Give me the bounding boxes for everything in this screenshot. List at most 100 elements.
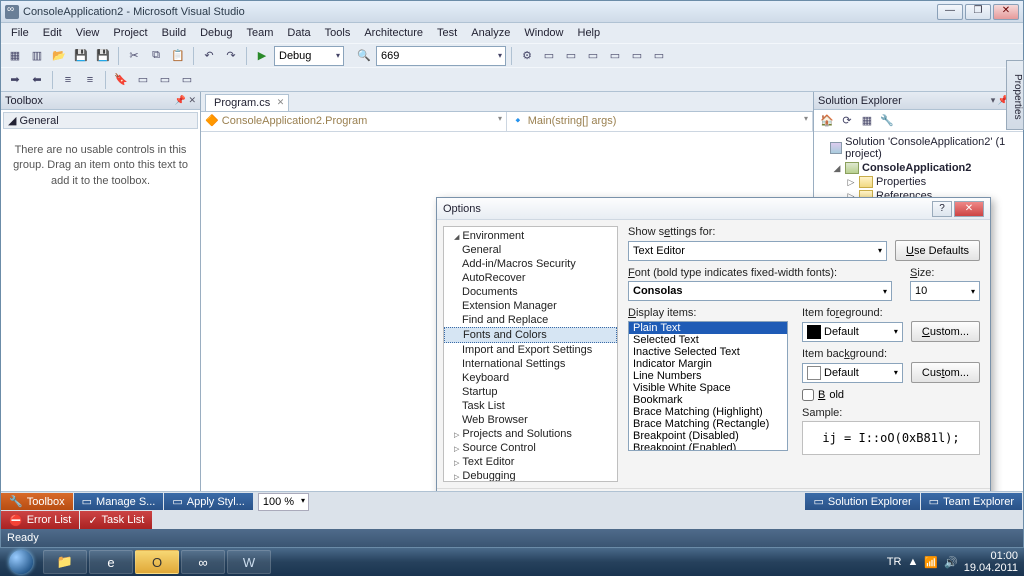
- type-nav-combo[interactable]: 🔶 ConsoleApplication2.Program: [201, 112, 507, 131]
- display-item[interactable]: Line Numbers: [629, 370, 787, 382]
- menu-data[interactable]: Data: [281, 25, 316, 41]
- toolbox-group[interactable]: ◢ General: [3, 112, 198, 129]
- taskbar-explorer-icon[interactable]: 📁: [43, 550, 87, 574]
- options-tree-item[interactable]: Task List: [444, 399, 617, 413]
- start-icon[interactable]: ▶: [252, 46, 272, 66]
- item-fg-combo[interactable]: Default: [802, 322, 903, 342]
- options-tree[interactable]: EnvironmentGeneralAdd-in/Macros Security…: [443, 226, 618, 482]
- options-tree-item[interactable]: Find and Replace: [444, 313, 617, 327]
- options-tree-item[interactable]: Import and Export Settings: [444, 343, 617, 357]
- menu-tools[interactable]: Tools: [319, 25, 357, 41]
- paste-icon[interactable]: 📋: [168, 46, 188, 66]
- task-list-tab[interactable]: ✓ Task List: [80, 511, 152, 529]
- menu-analyze[interactable]: Analyze: [465, 25, 516, 41]
- se-refresh-icon[interactable]: ⟳: [838, 112, 856, 130]
- apply-styles-tab[interactable]: ▭ Apply Styl...: [164, 493, 252, 510]
- team-explorer-tab[interactable]: ▭ Team Explorer: [921, 493, 1022, 510]
- display-item[interactable]: Brace Matching (Highlight): [629, 406, 787, 418]
- tool7-icon[interactable]: ▭: [649, 46, 669, 66]
- size-combo[interactable]: 10: [910, 281, 980, 301]
- save-icon[interactable]: 💾: [71, 46, 91, 66]
- options-tree-item[interactable]: Extension Manager: [444, 299, 617, 313]
- config-combo[interactable]: Debug: [274, 46, 344, 66]
- menu-test[interactable]: Test: [431, 25, 463, 41]
- document-tab[interactable]: Program.cs✕: [205, 94, 289, 111]
- add-item-icon[interactable]: ▥: [27, 46, 47, 66]
- help-button[interactable]: ?: [932, 201, 952, 217]
- maximize-button[interactable]: ❐: [965, 4, 991, 20]
- copy-icon[interactable]: ⧉: [146, 46, 166, 66]
- undo-icon[interactable]: ↶: [199, 46, 219, 66]
- save-all-icon[interactable]: 💾: [93, 46, 113, 66]
- se-showall-icon[interactable]: ▦: [858, 112, 876, 130]
- options-tree-item[interactable]: Text Editor: [444, 455, 617, 469]
- menu-build[interactable]: Build: [156, 25, 192, 41]
- close-button[interactable]: ✕: [993, 4, 1019, 20]
- misc2-icon[interactable]: ▭: [155, 70, 175, 90]
- new-project-icon[interactable]: ▦: [5, 46, 25, 66]
- se-properties-icon[interactable]: 🔧: [878, 112, 896, 130]
- tray-network-icon[interactable]: 📶: [924, 556, 938, 569]
- options-tree-item[interactable]: Web Browser: [444, 413, 617, 427]
- zoom-combo[interactable]: 100 %: [258, 493, 309, 511]
- display-item[interactable]: Plain Text: [629, 322, 787, 334]
- options-tree-item[interactable]: Source Control: [444, 441, 617, 455]
- bold-checkbox[interactable]: Bold: [802, 389, 980, 401]
- find-icon[interactable]: 🔍: [354, 46, 374, 66]
- taskbar-vs-icon[interactable]: ∞: [181, 550, 225, 574]
- options-tree-item[interactable]: Documents: [444, 285, 617, 299]
- menu-team[interactable]: Team: [241, 25, 280, 41]
- minimize-button[interactable]: —: [937, 4, 963, 20]
- dialog-close-button[interactable]: ✕: [954, 201, 984, 217]
- manage-styles-tab[interactable]: ▭ Manage S...: [74, 493, 164, 510]
- tray-volume-icon[interactable]: 🔊: [944, 556, 958, 569]
- show-settings-combo[interactable]: Text Editor: [628, 241, 887, 261]
- tool-icon[interactable]: ⚙: [517, 46, 537, 66]
- menu-debug[interactable]: Debug: [194, 25, 238, 41]
- close-tab-icon[interactable]: ✕: [277, 97, 285, 108]
- toolbox-tab[interactable]: 🔧 Toolbox: [1, 493, 73, 510]
- display-items-list[interactable]: Plain TextSelected TextInactive Selected…: [628, 321, 788, 451]
- tool3-icon[interactable]: ▭: [561, 46, 581, 66]
- item-bg-combo[interactable]: Default: [802, 363, 903, 383]
- options-tree-item[interactable]: General: [444, 243, 617, 257]
- options-tree-item[interactable]: Fonts and Colors: [444, 327, 617, 343]
- cut-icon[interactable]: ✂: [124, 46, 144, 66]
- display-item[interactable]: Breakpoint (Disabled): [629, 430, 787, 442]
- options-tree-item[interactable]: AutoRecover: [444, 271, 617, 285]
- options-tree-item[interactable]: Debugging: [444, 469, 617, 482]
- uncomment-icon[interactable]: ≡: [80, 70, 100, 90]
- menu-file[interactable]: File: [5, 25, 35, 41]
- options-tree-item[interactable]: International Settings: [444, 357, 617, 371]
- properties-vtab[interactable]: Properties: [1006, 60, 1024, 130]
- bookmark-icon[interactable]: 🔖: [111, 70, 131, 90]
- outdent-icon[interactable]: ⬅: [27, 70, 47, 90]
- tool4-icon[interactable]: ▭: [583, 46, 603, 66]
- redo-icon[interactable]: ↷: [221, 46, 241, 66]
- fg-custom-button[interactable]: Custom...: [911, 321, 980, 342]
- open-icon[interactable]: 📂: [49, 46, 69, 66]
- tool5-icon[interactable]: ▭: [605, 46, 625, 66]
- start-button[interactable]: [0, 548, 42, 576]
- options-tree-item[interactable]: Add-in/Macros Security: [444, 257, 617, 271]
- solution-explorer-tab[interactable]: ▭ Solution Explorer: [805, 493, 919, 510]
- indent-icon[interactable]: ➡: [5, 70, 25, 90]
- options-tree-item[interactable]: Projects and Solutions: [444, 427, 617, 441]
- menu-edit[interactable]: Edit: [37, 25, 68, 41]
- find-combo[interactable]: 669: [376, 46, 506, 66]
- font-combo[interactable]: Consolas: [628, 281, 892, 301]
- taskbar-word-icon[interactable]: W: [227, 550, 271, 574]
- tool6-icon[interactable]: ▭: [627, 46, 647, 66]
- comment-icon[interactable]: ≡: [58, 70, 78, 90]
- display-item[interactable]: Selected Text: [629, 334, 787, 346]
- display-item[interactable]: Breakpoint (Enabled): [629, 442, 787, 451]
- menu-help[interactable]: Help: [572, 25, 607, 41]
- taskbar-ie-icon[interactable]: e: [89, 550, 133, 574]
- pin-icon[interactable]: 📌 ✕: [175, 95, 196, 106]
- bg-custom-button[interactable]: Custom...: [911, 362, 980, 383]
- display-item[interactable]: Brace Matching (Rectangle): [629, 418, 787, 430]
- tray-flag-icon[interactable]: ▲: [907, 556, 918, 568]
- display-item[interactable]: Inactive Selected Text: [629, 346, 787, 358]
- misc-icon[interactable]: ▭: [133, 70, 153, 90]
- error-list-tab[interactable]: ⛔ Error List: [1, 511, 79, 529]
